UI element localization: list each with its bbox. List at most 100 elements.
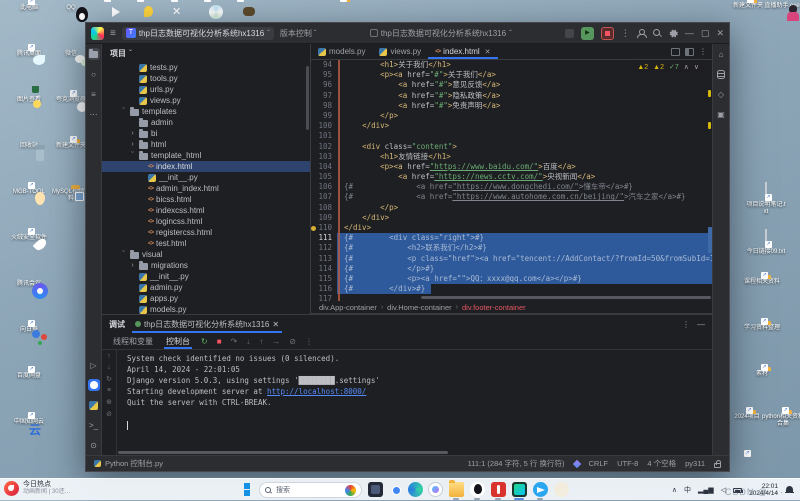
code-line[interactable]: 108 </p> [311,203,712,213]
tree-item-bi[interactable]: ›bi [102,128,310,139]
desktop-icon-今日链接09.txt[interactable]: 今日链接09.txt [745,230,787,256]
tree-item-admin[interactable]: admin [102,117,310,128]
edge-icon[interactable] [408,482,423,497]
tree-arrow-icon[interactable]: ˇ [120,108,127,115]
code-line[interactable]: 97 <a href="#">隐私政策</a> [311,91,712,101]
tree-item-migrations[interactable]: ›migrations [102,260,310,271]
taskbar-search[interactable]: 搜索 [259,482,362,498]
code-line[interactable]: 104 <p><a href="https://www.baidu.com/">… [311,162,712,172]
interpreter[interactable]: py311 [685,459,705,468]
minimize-button[interactable]: — [685,27,694,40]
tree-item-admin.py[interactable]: admin.py [102,282,310,293]
indent-setting[interactable]: 4 个空格 [647,458,676,469]
code-line[interactable]: 101 [311,131,712,141]
tab-index.html[interactable]: <>index.html✕ [428,44,497,59]
tree-item-templates[interactable]: ˇtemplates [102,106,310,117]
tree-item-views.py[interactable]: views.py [102,95,310,106]
tray-chevron-icon[interactable]: ∧ [672,486,677,494]
step-into-icon[interactable]: ↓ [246,337,250,346]
status-run-config[interactable]: Python 控制台.py [94,458,163,469]
debug-console[interactable]: System check identified no issues (0 sil… [117,350,712,455]
desktop-icon-百度网盘[interactable]: 百度网盘 [8,372,50,380]
scroll-up-icon[interactable]: ↑ [107,353,111,360]
selection-stripe-mark[interactable] [708,227,712,253]
project-folder-icon[interactable] [88,48,100,60]
pycharm-logo-icon[interactable] [91,27,104,40]
tree-item-apps.py[interactable]: apps.py [102,293,310,304]
close-tab-icon[interactable]: ✕ [485,48,491,56]
code-line[interactable]: 103 <h1>友情链接</h1> [311,152,712,162]
tree-item-logincss.html[interactable]: <>logincss.html [102,216,310,227]
maximize-button[interactable]: ▢ [701,27,710,40]
tree-item-bicss.html[interactable]: <>bicss.html [102,194,310,205]
desktop-icon-中国知网云[interactable]: 中国知网云 [8,418,50,426]
tab-more-icon[interactable]: ⋮ [699,47,707,56]
tree-item-indexcss.html[interactable]: <>indexcss.html [102,205,310,216]
search-everywhere-icon[interactable] [653,29,662,38]
tree-item-models.py[interactable]: models.py [102,304,310,314]
console-caret-line[interactable] [127,419,712,430]
clear-icon[interactable]: ⊘ [106,410,112,418]
file-explorer-icon[interactable] [449,482,464,497]
tree-item-registercss.html[interactable]: <>registercss.html [102,227,310,238]
next-issue-icon[interactable]: ∨ [694,63,699,73]
run-button[interactable]: ▶ [581,27,594,40]
desktop-icon-素材[interactable]: 素材 [741,370,783,378]
code-line[interactable]: 111{# <div class="right">#} [311,233,712,243]
desktop-icon-课程相关资料[interactable]: 课程相关资料 [741,278,783,286]
desktop-icon-腾讯桌面[interactable]: 腾讯桌面 [8,50,50,58]
desktop-icon-向日葵[interactable]: 向日葵 [8,326,50,334]
breadcrumb-item[interactable]: div.footer-container [462,303,526,312]
tab-views.py[interactable]: views.py [372,44,428,59]
lock-icon[interactable] [714,463,721,468]
warning-stripe-mark[interactable] [708,90,711,97]
tree-item-html[interactable]: ›html [102,139,310,150]
tree-arrow-icon[interactable]: › [129,262,136,269]
line-separator[interactable]: CRLF [589,459,609,468]
close-session-icon[interactable]: ✕ [272,320,279,329]
run-to-cursor-icon[interactable]: → [272,337,280,346]
tree-item-test.html[interactable]: <>test.html [102,238,310,249]
plugins-icon[interactable]: ▣ [715,108,727,120]
code-line[interactable]: 114{# </p>#} [311,264,712,274]
desktop-icon-图片查看[interactable]: 图片查看 [8,96,50,104]
code-line[interactable]: 106{# <a href="https://www.dongchedi.com… [311,182,712,192]
stop-icon[interactable]: ■ [217,337,222,346]
desktop-icon-火绒安全软件[interactable]: 火绒安全软件 [8,234,50,242]
close-button[interactable]: ✕ [716,27,724,40]
rerun-icon[interactable]: ↻ [201,337,208,346]
battery-icon[interactable] [733,488,742,493]
code-line[interactable]: 115{# <p><a href="">QQ：xxxx@qq.com</a></… [311,274,712,284]
desktop-icon-回收站[interactable]: 回收站 [8,142,50,150]
code-editor[interactable]: ▲2 ▲2 ✓7 ∧ ∨ 94 <h1>关于我们</h1>95 <p><a hr… [311,60,712,301]
code-line[interactable]: 112{# <h2>联系我们</h2>#} [311,243,712,253]
desktop-icon-项目说明笔记.txt[interactable]: 项目说明笔记.txt [745,183,787,216]
netease-icon[interactable] [491,482,506,497]
code-line[interactable]: 113{# <p class="href"><a href="tencent:/… [311,254,712,264]
console-settings-icon[interactable]: ≡ [107,387,111,394]
project-panel-header[interactable]: 项目 ˇ [102,44,310,62]
code-with-me-icon[interactable] [637,29,646,38]
volume-icon[interactable]: ◁ [721,486,726,494]
inspections-widget[interactable]: ▲2 ▲2 ✓7 ∧ ∨ [634,62,702,74]
desktop-icon-直播助手.exe[interactable]: 直播助手.exe [761,2,800,10]
settings-gear-icon[interactable] [669,29,678,38]
file-encoding[interactable]: UTF-8 [617,459,638,468]
debug-view-tab-控制台[interactable]: 控制台 [164,333,192,349]
tab-models.py[interactable]: models.py [311,44,372,59]
tree-item-visual[interactable]: ˇvisual [102,249,310,260]
warning-stripe-mark[interactable] [708,122,711,129]
code-line[interactable]: 96 <a href="#">意见反馈</a> [311,80,712,90]
add-icon[interactable]: ⊕ [106,398,112,406]
code-line[interactable]: 110</div> [311,223,712,233]
console-link[interactable]: http://localhost:8000/ [267,387,366,396]
code-line[interactable]: 109 </div> [311,213,712,223]
start-button[interactable] [244,483,257,496]
console-horizontal-scrollbar[interactable] [118,451,448,454]
tree-arrow-icon[interactable]: ˇ [129,152,136,159]
breadcrumb-item[interactable]: div.Home-container [387,303,451,312]
tree-arrow-icon[interactable]: › [129,141,136,148]
desktop-icon-MGB-TOOL[interactable]: MGB-TOOL [8,188,50,196]
tree-item-__init__.py[interactable]: __init__.py [102,271,310,282]
tree-arrow-icon[interactable]: ˇ [120,251,127,258]
